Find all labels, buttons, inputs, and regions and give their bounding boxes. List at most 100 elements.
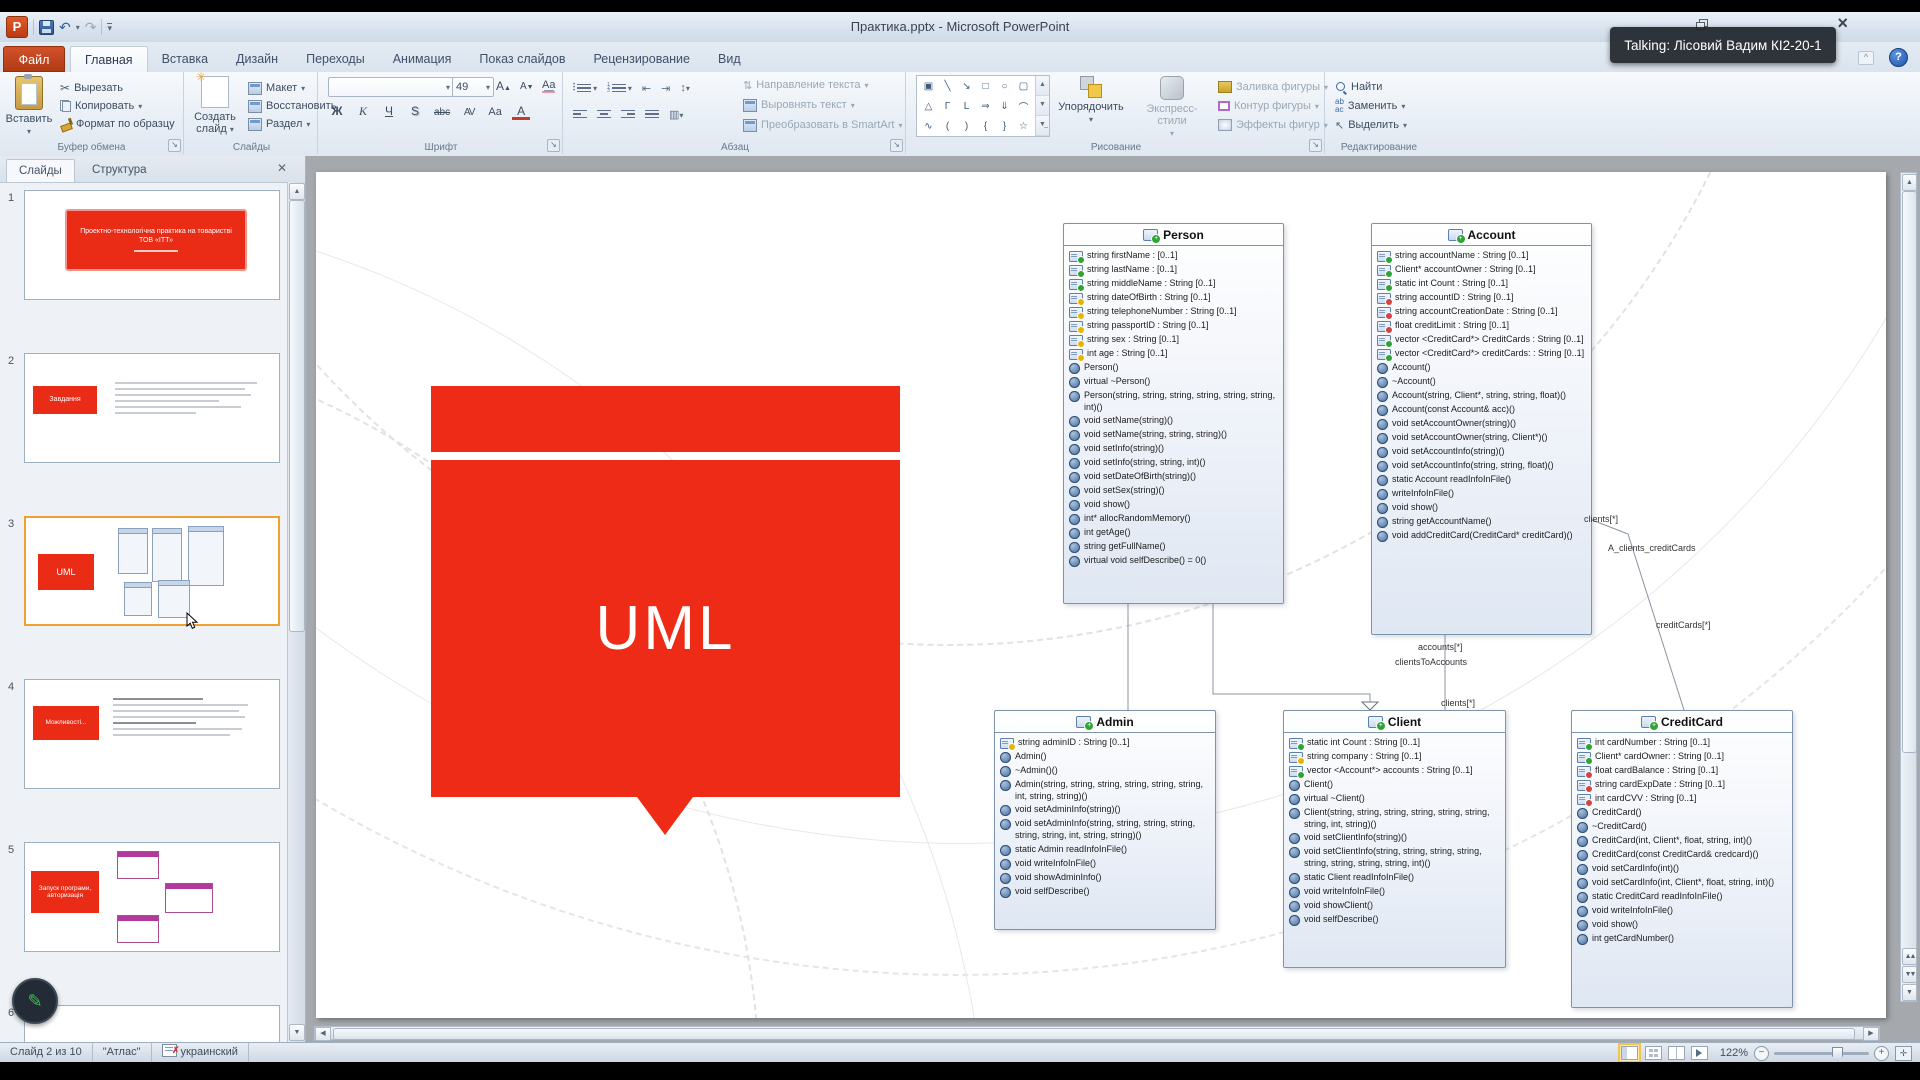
decrease-indent-button[interactable]: ⇤ — [642, 82, 651, 95]
shape-option-icon[interactable]: } — [1003, 121, 1006, 132]
view-normal-button[interactable] — [1617, 1043, 1641, 1062]
minimize-ribbon-icon[interactable]: ^ — [1858, 51, 1874, 65]
scroll-down-icon[interactable]: ▼ — [289, 1024, 305, 1041]
line-spacing-button[interactable]: ↕▾ — [680, 82, 690, 94]
shapes-gallery[interactable]: ▣ ╲ ↘ □ ○ ▢ △ Γ L ⇒ ⇓ ⌒ ∿ () {} ☆ ▲ ▼ ▼̲ — [916, 75, 1050, 137]
italic-button[interactable]: К — [354, 104, 372, 119]
shape-option-icon[interactable]: L — [964, 101, 970, 112]
theme-name[interactable]: "Атлас" — [93, 1043, 152, 1062]
tab-animations[interactable]: Анимация — [379, 46, 466, 72]
shape-option-icon[interactable]: ╲ — [944, 81, 950, 92]
scroll-down-icon[interactable]: ▼ — [1902, 984, 1917, 1001]
dialog-launcher-icon[interactable]: ↘ — [1309, 139, 1322, 152]
zoom-slider-thumb[interactable] — [1832, 1046, 1843, 1061]
align-center-button[interactable] — [597, 109, 611, 119]
replace-button[interactable]: ab ac Заменить ▾ — [1335, 96, 1405, 116]
tab-file[interactable]: Файл — [3, 46, 65, 72]
align-left-button[interactable] — [573, 109, 587, 119]
slide-thumbnail-5[interactable]: Запуск програми, авторизація — [24, 842, 280, 952]
zoom-out-button[interactable]: − — [1754, 1045, 1769, 1061]
tab-home[interactable]: Главная — [70, 46, 148, 72]
slide-thumbnail-4[interactable]: Можливості... — [24, 679, 280, 789]
close-panel-icon[interactable]: ✕ — [277, 161, 287, 175]
spelling-language[interactable]: украинский — [152, 1041, 249, 1062]
tab-slides-panel[interactable]: Слайды — [6, 159, 75, 182]
shape-option-icon[interactable]: ∿ — [924, 121, 932, 132]
tab-slideshow[interactable]: Показ слайдов — [465, 46, 579, 72]
shape-option-icon[interactable]: ○ — [1001, 81, 1007, 92]
font-name-combo[interactable]: ▾ — [328, 77, 454, 97]
select-button[interactable]: ↖ Выделить ▾ — [1335, 115, 1407, 135]
zoom-in-button[interactable]: + — [1874, 1045, 1889, 1061]
scrollbar-thumb[interactable] — [1902, 191, 1917, 753]
fit-to-window-button[interactable]: ✛ — [1895, 1045, 1912, 1061]
slide-thumbnail-3[interactable]: UML — [24, 516, 280, 626]
arrange-button[interactable]: Упорядочить ▾ — [1054, 75, 1128, 126]
scrollbar-thumb[interactable] — [289, 200, 305, 632]
shape-effects-button[interactable]: Эффекты фигур ▾ — [1218, 115, 1328, 135]
font-size-combo[interactable]: 49 ▾ — [452, 77, 494, 97]
change-case-button[interactable]: Aa — [486, 106, 504, 118]
align-text-button[interactable]: Выровнять текст ▾ — [743, 95, 855, 115]
character-spacing-button[interactable]: AV — [460, 107, 478, 118]
format-painter-button[interactable]: Формат по образцу — [60, 114, 175, 134]
shape-option-icon[interactable]: { — [984, 121, 987, 132]
shape-outline-button[interactable]: Контур фигуры ▾ — [1218, 96, 1319, 116]
scroll-left-icon[interactable]: ◀ — [315, 1027, 331, 1041]
shape-option-icon[interactable]: ☆ — [1019, 121, 1028, 132]
shape-option-icon[interactable]: ↘ — [962, 81, 970, 92]
shape-option-icon[interactable]: ⌒ — [1019, 99, 1029, 114]
scroll-up-icon[interactable]: ▲ — [289, 183, 305, 200]
tab-outline-panel[interactable]: Структура — [80, 159, 159, 181]
uml-class-client[interactable]: Clientstatic int Count : String [0..1]st… — [1283, 710, 1506, 968]
dialog-launcher-icon[interactable]: ↘ — [890, 139, 903, 152]
slide-thumbnail-1[interactable]: Проектно-технологічна практика на товари… — [24, 190, 280, 300]
shape-option-icon[interactable]: ) — [965, 121, 968, 132]
view-slideshow-button[interactable] — [1690, 1046, 1708, 1060]
shapes-gallery-scrollbar[interactable]: ▲ ▼ ▼̲ — [1035, 76, 1049, 136]
cut-button[interactable]: ✂ Вырезать — [60, 78, 123, 98]
scroll-up-icon[interactable]: ▲ — [1902, 174, 1917, 191]
shape-option-icon[interactable]: Γ — [945, 101, 951, 112]
tab-design[interactable]: Дизайн — [222, 46, 292, 72]
horizontal-scrollbar[interactable]: ◀ ▶ — [314, 1026, 1880, 1041]
uml-class-person[interactable]: Person string firstName : [0..1]string la… — [1063, 223, 1284, 604]
next-slide-button[interactable]: ▼▼ — [1902, 966, 1917, 983]
uml-class-admin[interactable]: Adminstring adminID : String [0..1]Admin… — [994, 710, 1216, 930]
dialog-launcher-icon[interactable]: ↘ — [547, 139, 560, 152]
shape-option-icon[interactable]: ▢ — [1019, 81, 1028, 92]
align-right-button[interactable] — [621, 109, 635, 119]
tab-transitions[interactable]: Переходы — [292, 46, 379, 72]
slide-thumbnail-2[interactable]: Завдання — [24, 353, 280, 463]
find-button[interactable]: Найти — [1335, 77, 1382, 97]
shape-option-icon[interactable]: ⇒ — [981, 101, 989, 112]
scrollbar-thumb[interactable] — [333, 1028, 1855, 1040]
view-reading-button[interactable] — [1667, 1046, 1685, 1060]
bullets-button[interactable]: • • • ▾ — [573, 82, 597, 94]
help-icon[interactable]: ? — [1889, 48, 1908, 67]
slide-counter[interactable]: Слайд 2 из 10 — [0, 1043, 93, 1062]
uml-class-account[interactable]: Account string accountName : String [0..1… — [1371, 223, 1592, 635]
text-shadow-button[interactable]: S — [406, 104, 424, 118]
shape-option-icon[interactable]: □ — [982, 81, 988, 92]
paste-button[interactable]: Вставить ▾ — [2, 74, 56, 138]
tab-review[interactable]: Рецензирование — [579, 46, 704, 72]
tab-insert[interactable]: Вставка — [148, 46, 222, 72]
text-direction-button[interactable]: ⇅ Направление текста ▾ — [743, 75, 869, 95]
bold-button[interactable]: Ж — [328, 104, 346, 118]
strikethrough-button[interactable]: abc — [432, 107, 452, 118]
previous-slide-button[interactable]: ▲▲ — [1902, 948, 1917, 965]
scroll-right-icon[interactable]: ▶ — [1863, 1027, 1879, 1041]
shape-option-icon[interactable]: ▣ — [924, 81, 933, 92]
grow-font-button[interactable]: A▲ — [496, 79, 511, 93]
quick-styles-button[interactable]: Экспресс-стили ▾ — [1132, 75, 1212, 140]
justify-button[interactable] — [645, 109, 659, 119]
uml-class-creditcard[interactable]: CreditCard int cardNumber : String [0..1]… — [1571, 710, 1793, 1008]
slide-canvas[interactable]: UML Personstring firstName : [0..1]strin… — [316, 172, 1886, 1018]
annotation-pencil-button[interactable]: ✎ — [12, 978, 58, 1024]
panel-scrollbar[interactable]: ▲ ▼ — [287, 182, 305, 1042]
columns-button[interactable]: ▥▾ — [669, 108, 683, 121]
shrink-font-button[interactable]: A▼ — [520, 81, 534, 92]
numbering-button[interactable]: 1 2 3 ▾ — [607, 82, 632, 93]
dialog-launcher-icon[interactable]: ↘ — [168, 139, 181, 152]
